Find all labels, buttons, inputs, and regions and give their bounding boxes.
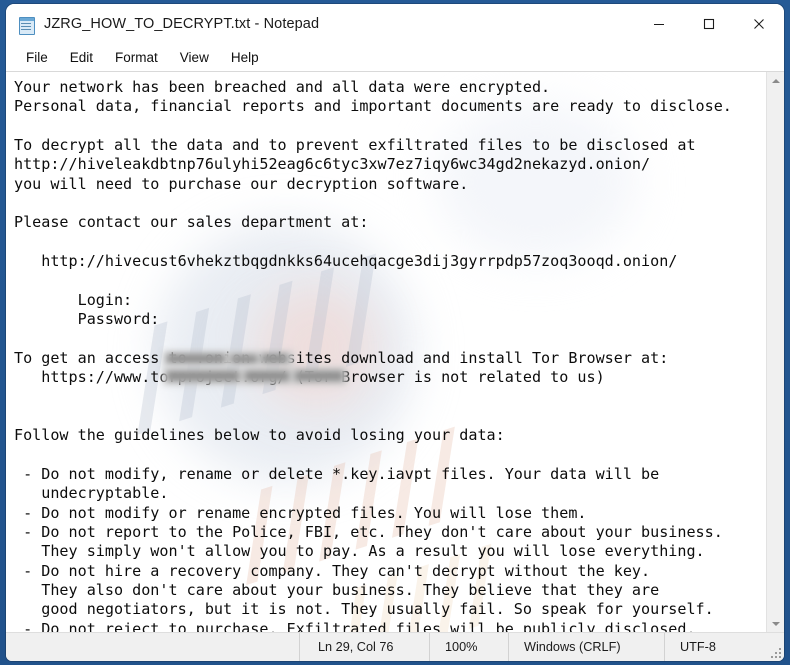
notepad-window: JZRG_HOW_TO_DECRYPT.txt - Notepad File E… bbox=[6, 4, 784, 661]
scrollbar-thumb[interactable] bbox=[768, 89, 783, 631]
titlebar[interactable]: JZRG_HOW_TO_DECRYPT.txt - Notepad bbox=[6, 4, 784, 44]
minimize-button[interactable] bbox=[634, 4, 684, 44]
titlebar-left: JZRG_HOW_TO_DECRYPT.txt - Notepad bbox=[6, 15, 634, 35]
close-button[interactable] bbox=[734, 4, 784, 44]
status-cursor-position[interactable]: Ln 29, Col 76 bbox=[299, 633, 429, 661]
menubar: File Edit Format View Help bbox=[6, 44, 784, 71]
menu-item-file[interactable]: File bbox=[15, 47, 59, 69]
status-zoom-level[interactable]: 100% bbox=[429, 633, 508, 661]
scroll-up-icon[interactable] bbox=[767, 72, 784, 89]
status-line-ending[interactable]: Windows (CRLF) bbox=[508, 633, 664, 661]
redacted-password-value bbox=[163, 367, 347, 385]
menu-item-view[interactable]: View bbox=[169, 47, 220, 69]
ransom-note-text[interactable]: Your network has been breached and all d… bbox=[6, 72, 766, 632]
desktop-background: JZRG_HOW_TO_DECRYPT.txt - Notepad File E… bbox=[0, 0, 790, 665]
menu-item-help[interactable]: Help bbox=[220, 47, 270, 69]
menu-item-format[interactable]: Format bbox=[104, 47, 169, 69]
editor-shell: ////// ////// ///// Your network has bee… bbox=[6, 71, 784, 632]
status-encoding[interactable]: UTF-8 bbox=[664, 633, 780, 661]
window-controls bbox=[634, 4, 784, 44]
statusbar-spacer bbox=[6, 633, 299, 661]
maximize-button[interactable] bbox=[684, 4, 734, 44]
statusbar: Ln 29, Col 76 100% Windows (CRLF) UTF-8 bbox=[6, 632, 784, 661]
window-title: JZRG_HOW_TO_DECRYPT.txt - Notepad bbox=[44, 16, 320, 32]
vertical-scrollbar[interactable] bbox=[766, 72, 784, 632]
resize-grip-icon[interactable] bbox=[770, 647, 781, 658]
scroll-down-icon[interactable] bbox=[767, 615, 784, 632]
menu-item-edit[interactable]: Edit bbox=[59, 47, 104, 69]
notepad-icon bbox=[18, 15, 35, 35]
text-editor[interactable]: ////// ////// ///// Your network has bee… bbox=[6, 72, 766, 632]
redacted-login-value bbox=[163, 351, 294, 367]
